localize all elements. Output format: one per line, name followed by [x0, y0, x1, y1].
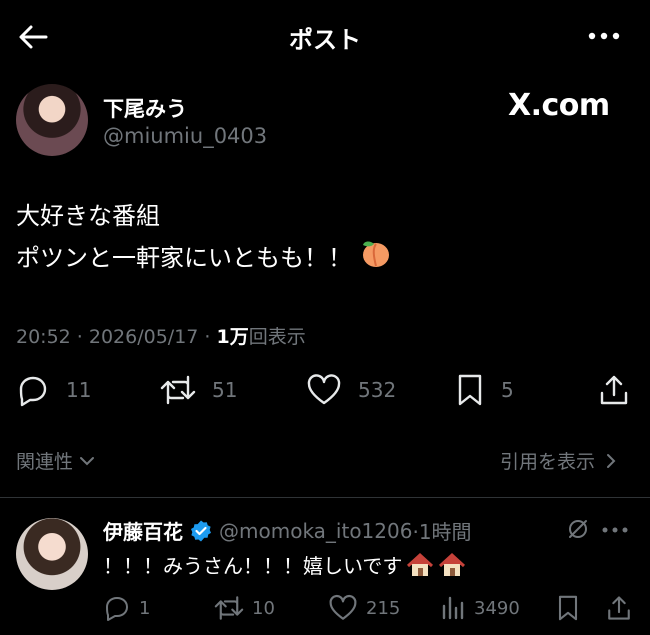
reply-reply-count: 1 — [139, 597, 151, 619]
reply-header: 伊藤百花 @momoka_ito1206 ·1時間 — [103, 516, 472, 545]
post-meta: 20:52 · 2026/05/17 · 1万回表示 — [16, 322, 306, 349]
view-quotes-link[interactable]: 引用を表示 — [500, 447, 621, 474]
reply-icon — [106, 597, 128, 621]
repost-button[interactable]: 51 — [160, 373, 237, 407]
peach-emoji — [360, 237, 392, 281]
reply-bookmark-button[interactable] — [556, 594, 580, 626]
share-icon — [608, 596, 630, 620]
reply-button[interactable]: 11 — [16, 373, 91, 407]
divider — [0, 497, 650, 498]
reply-like-count: 215 — [366, 597, 401, 619]
reply-views-count: 3490 — [474, 597, 520, 619]
reply-author-handle[interactable]: @momoka_ito1206 — [219, 519, 412, 543]
views-label: 回表示 — [248, 326, 306, 348]
repost-count: 51 — [212, 378, 238, 402]
author-name[interactable]: 下尾みう — [103, 93, 187, 123]
house-emoji — [439, 552, 466, 576]
chevron-right-icon — [607, 453, 616, 468]
reply-like-button[interactable]: 215 — [328, 594, 400, 622]
heart-icon — [307, 374, 341, 405]
reply-time: ·1時間 — [412, 520, 472, 544]
reply-count: 11 — [66, 378, 92, 402]
author-avatar[interactable] — [16, 84, 88, 156]
page-title: ポスト — [289, 26, 361, 54]
analytics-icon — [442, 596, 464, 620]
reply-more-icon[interactable] — [600, 522, 630, 541]
bookmark-button[interactable]: 5 — [455, 373, 514, 407]
post-time: 20:52 · 2026/05/17 · — [16, 326, 217, 348]
watermark: X.com — [508, 88, 610, 123]
like-button[interactable]: 532 — [306, 373, 396, 407]
relevance-sort-dropdown[interactable]: 関連性 — [16, 447, 97, 474]
reply-views-button[interactable]: 3490 — [440, 594, 520, 622]
reply-icon — [19, 376, 47, 407]
post-line-2-wrap: ポツンと一軒家にいともも！！ — [16, 237, 392, 281]
heart-icon — [329, 594, 357, 620]
more-options-icon[interactable] — [586, 24, 622, 48]
reply-text: ！！！みうさん！！！嬉しいです — [103, 554, 403, 578]
reply-author-avatar[interactable] — [16, 518, 88, 590]
post-line-1: 大好きな番組 — [16, 202, 160, 230]
reply-text-wrap: ！！！みうさん！！！嬉しいです — [103, 550, 466, 579]
bookmark-icon — [458, 374, 482, 406]
post-line-2: ポツンと一軒家にいともも！！ — [16, 244, 352, 272]
reply-repost-count: 10 — [252, 597, 275, 619]
views-count: 1万 — [216, 326, 249, 348]
chevron-down-icon — [80, 456, 95, 465]
relevance-label: 関連性 — [16, 451, 74, 473]
repost-icon — [214, 596, 244, 620]
verified-badge-icon — [191, 520, 211, 541]
repost-icon — [160, 375, 196, 405]
share-icon — [600, 375, 628, 405]
reply-author-name[interactable]: 伊藤百花 — [103, 516, 183, 545]
author-handle[interactable]: @miumiu_0403 — [103, 124, 267, 148]
view-quotes-label: 引用を表示 — [500, 451, 596, 473]
share-button[interactable] — [598, 373, 630, 411]
bookmark-count: 5 — [501, 378, 514, 402]
house-emoji — [407, 552, 434, 576]
grok-icon[interactable] — [566, 517, 590, 545]
bookmark-icon — [558, 595, 578, 621]
reply-share-button[interactable] — [606, 594, 632, 626]
reply-reply-button[interactable]: 1 — [103, 594, 150, 622]
like-count: 532 — [358, 378, 397, 402]
reply-repost-button[interactable]: 10 — [214, 594, 275, 622]
